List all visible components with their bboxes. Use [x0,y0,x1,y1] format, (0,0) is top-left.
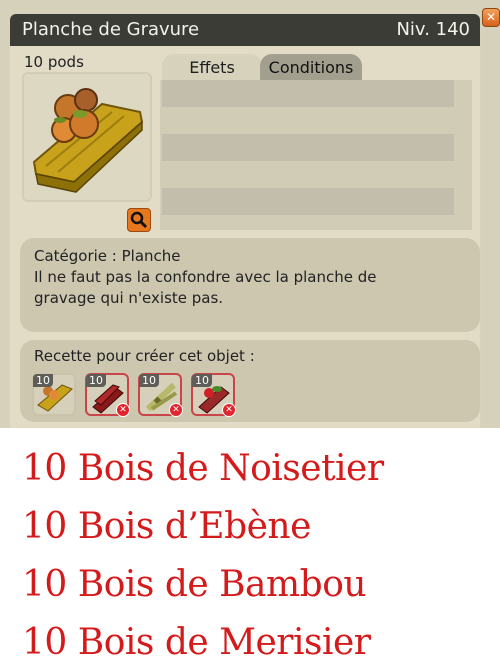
window-titlebar[interactable]: Planche de Gravure Niv. 140 [8,12,482,46]
description-box: Catégorie : Planche Il ne faut pas la co… [20,238,480,332]
close-icon[interactable]: ✕ [482,8,500,27]
recipe-title: Recette pour créer cet objet : [34,347,255,365]
ingredient-quantity: 10 [33,374,53,387]
effects-panel [160,80,472,230]
item-category: Catégorie : Planche [34,247,181,265]
tab-effets[interactable]: Effets [162,54,262,80]
missing-icon: ✕ [169,403,183,417]
ingredient-list-item: 10 Bois de Merisier [22,622,371,663]
window-title: Planche de Gravure [22,19,200,40]
ingredient-slot[interactable]: 10 ✕ [138,373,183,417]
ingredient-list-item: 10 Bois de Noisetier [22,448,384,489]
item-level: Niv. 140 [396,19,470,40]
ingredient-slot[interactable]: 10 [32,373,76,416]
item-image-frame [22,72,152,202]
ingredient-quantity: 10 [139,374,159,387]
ingredient-slot[interactable]: 10 ✕ [85,373,130,417]
description-line: Il ne faut pas la confondre avec la plan… [34,268,377,286]
ingredient-quantity: 10 [86,374,106,387]
ingredient-list-item: 10 Bois d’Ebène [22,506,311,547]
missing-icon: ✕ [116,403,130,417]
ingredient-slot[interactable]: 10 ✕ [191,373,236,417]
recipe-box: Recette pour créer cet objet : 10 10 ✕ 1… [20,340,480,422]
effect-row [162,134,454,161]
item-weight: 10 pods [24,53,84,71]
magnifier-icon[interactable] [127,208,151,232]
ingredient-list: 10 Bois de Noisetier 10 Bois d’Ebène 10 … [22,440,384,666]
planche-de-gravure-item-icon [32,88,144,193]
effect-row [162,80,454,107]
effect-row [162,188,454,215]
description-line: gravage qui n'existe pas. [34,289,224,307]
ingredient-list-item: 10 Bois de Bambou [22,564,367,605]
tab-conditions[interactable]: Conditions [260,54,362,80]
ingredient-quantity: 10 [192,374,212,387]
item-window: Planche de Gravure Niv. 140 ✕ 10 pods Ef… [0,0,500,428]
missing-icon: ✕ [222,403,236,417]
